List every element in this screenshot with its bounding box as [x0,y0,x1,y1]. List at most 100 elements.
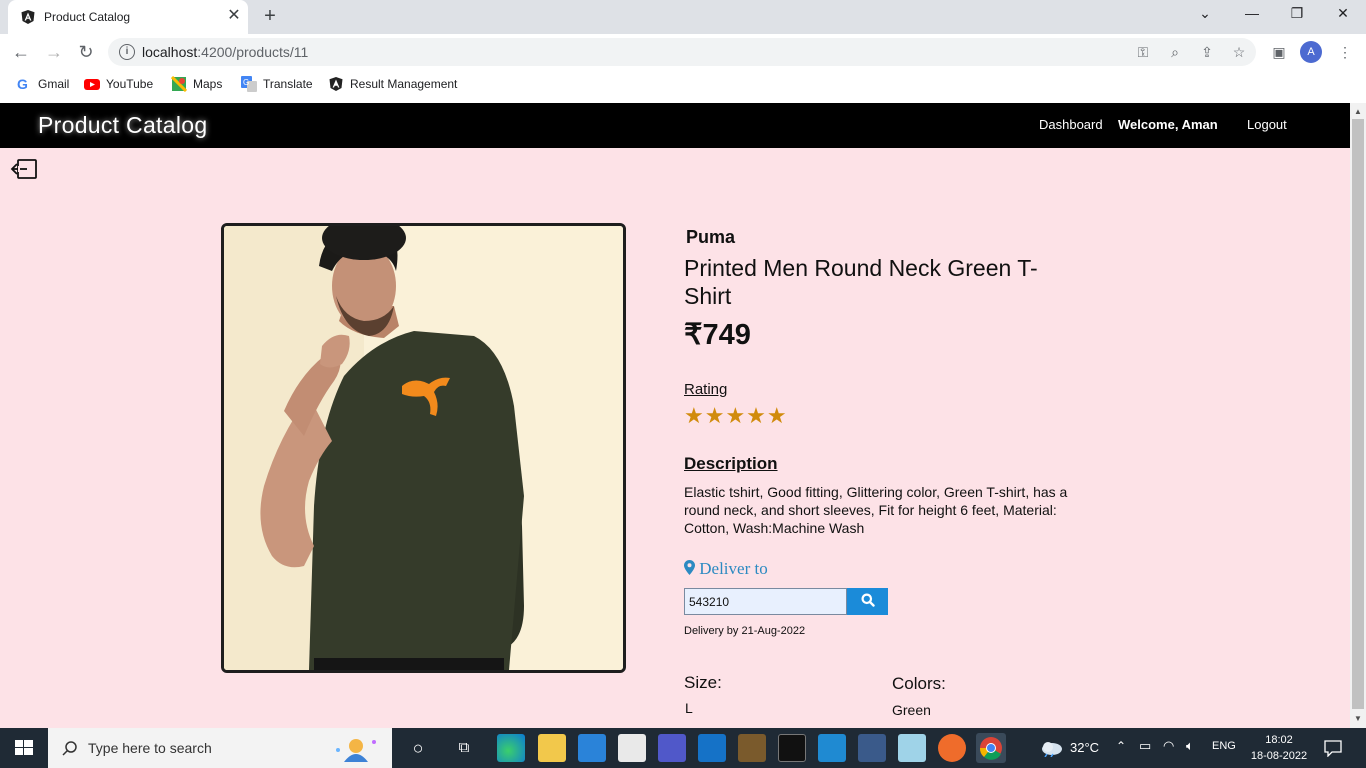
zoom-icon[interactable]: ⌕ [1166,43,1184,61]
bookmarks-bar: G Gmail YouTube Maps G Translate Result … [0,70,1366,98]
app-viewport: Product Catalog Dashboard Welcome, Aman … [0,103,1350,728]
address-bar[interactable]: i localhost:4200/products/11 ⚿ ⌕ ⇪ ☆ [108,38,1256,66]
product-title: Printed Men Round Neck Green T-Shirt [684,255,1038,309]
angular-icon [329,77,343,91]
app-icon[interactable] [738,734,766,762]
mysql-workbench-icon[interactable] [858,734,886,762]
product-image [221,223,626,673]
weather-temperature[interactable]: 32°C [1070,740,1099,755]
teams-icon[interactable] [658,734,686,762]
chrome-icon [979,737,1002,760]
delivery-date: Delivery by 21-Aug-2022 [684,625,806,637]
maps-icon [171,76,187,92]
notepad-icon[interactable] [898,734,926,762]
new-tab-button[interactable]: + [260,5,280,28]
chrome-taskbar-button[interactable] [976,733,1006,763]
clock-time: 18:02 [1265,734,1293,746]
windows-start-icon[interactable] [0,728,48,768]
minimize-button[interactable]: — [1232,5,1272,21]
scroll-up-arrow[interactable]: ▲ [1354,107,1362,116]
microsoft-store-icon[interactable] [618,734,646,762]
angular-icon [21,10,35,24]
nav-logout-link[interactable]: Logout [1247,117,1287,132]
notification-icon[interactable] [1323,739,1343,757]
welcome-text: Welcome, Aman [1118,117,1218,132]
product-price: ₹749 [684,319,751,351]
svg-text:G: G [17,76,28,92]
file-explorer-icon[interactable] [538,734,566,762]
wifi-icon[interactable]: ◠ [1163,738,1174,754]
postman-icon[interactable] [938,734,966,762]
bookmark-star-icon[interactable]: ☆ [1230,43,1248,61]
taskbar-search[interactable]: Type here to search [48,728,392,768]
translate-icon: G [241,76,257,92]
language-indicator[interactable]: ENG [1212,740,1236,752]
browser-tab[interactable]: Product Catalog ✕ [8,0,248,34]
restore-button[interactable]: ❐ [1277,5,1317,22]
bookmark-gmail[interactable]: G Gmail [16,76,69,92]
profile-avatar[interactable]: A [1300,41,1322,63]
description-text: Elastic tshirt, Good fitting, Glittering… [684,484,1068,536]
reload-button[interactable]: ↻ [74,41,98,63]
side-panel-icon[interactable]: ▣ [1270,43,1288,61]
site-info-icon[interactable]: i [119,44,135,60]
cortana-icon[interactable]: ○ [404,734,432,762]
rating-label: Rating [684,381,728,398]
google-icon: G [17,76,28,92]
bookmark-result-management[interactable]: Result Management [328,76,457,92]
clock[interactable]: 18:02 18-08-2022 [1250,732,1308,764]
tab-title: Product Catalog [44,10,131,24]
colors-label: Colors: [892,674,946,693]
key-icon[interactable]: ⚿ [1134,43,1152,61]
windows-taskbar: Type here to search ○ ⧉ 32°C ⌃ ▭ ◠ 🔈︎ EN… [0,728,1366,768]
browser-tab-bar: Product Catalog ✕ + ⌄ — ❐ ✕ [0,0,1366,34]
close-tab-icon[interactable]: ✕ [226,7,242,25]
menu-icon[interactable]: ⋮ [1336,43,1354,61]
colors-value: Green [892,702,931,718]
size-value: L [685,700,693,716]
svg-text:G: G [243,78,249,87]
bookmark-translate[interactable]: G Translate [241,76,313,92]
volume-icon[interactable]: 🔈︎ [1186,738,1194,754]
location-pin-icon [684,560,695,575]
search-highlight-icon [336,739,376,762]
edge-icon[interactable] [497,734,525,762]
product-brand: Puma [686,227,736,247]
url-text[interactable]: localhost:4200/products/11 [142,44,308,60]
share-icon[interactable]: ⇪ [1198,43,1216,61]
terminal-icon[interactable] [778,734,806,762]
tray-app-icon[interactable]: ▭ [1139,738,1151,754]
tray-chevron-icon[interactable]: ⌃ [1116,739,1126,753]
deliver-to-label: Deliver to [684,559,768,579]
bookmark-youtube[interactable]: YouTube [84,76,153,92]
page-scrollbar[interactable]: ▲ ▼ [1350,103,1366,728]
task-view-icon[interactable]: ⧉ [450,734,478,762]
forward-button[interactable]: → [42,41,66,63]
rating-stars: ★★★★★ [684,403,788,428]
bookmark-maps[interactable]: Maps [171,76,222,92]
pincode-search-button[interactable] [847,588,888,615]
pincode-input[interactable] [684,588,847,615]
description-label: Description [684,454,778,473]
scroll-thumb[interactable] [1352,119,1364,709]
scroll-down-arrow[interactable]: ▼ [1354,714,1362,723]
outlook-icon[interactable] [698,734,726,762]
youtube-icon [84,79,100,90]
navbar: Product Catalog Dashboard Welcome, Aman … [0,103,1350,148]
product-photo [224,226,623,670]
clock-date: 18-08-2022 [1250,750,1308,762]
nav-dashboard-link[interactable]: Dashboard [1039,117,1103,132]
mail-icon[interactable] [578,734,606,762]
taskbar-search-placeholder: Type here to search [88,740,212,756]
weather-icon[interactable] [1040,739,1064,757]
tab-search-icon[interactable]: ⌄ [1185,5,1225,22]
search-icon [861,593,875,607]
vscode-icon[interactable] [818,734,846,762]
back-button[interactable]: ← [9,41,33,63]
search-icon [62,741,77,756]
size-label: Size: [684,673,722,692]
brand-title[interactable]: Product Catalog [38,112,207,139]
back-arrow-icon[interactable] [10,158,38,180]
close-window-button[interactable]: ✕ [1323,5,1363,22]
browser-toolbar: ← → ↻ i localhost:4200/products/11 ⚿ ⌕ ⇪… [0,34,1366,70]
